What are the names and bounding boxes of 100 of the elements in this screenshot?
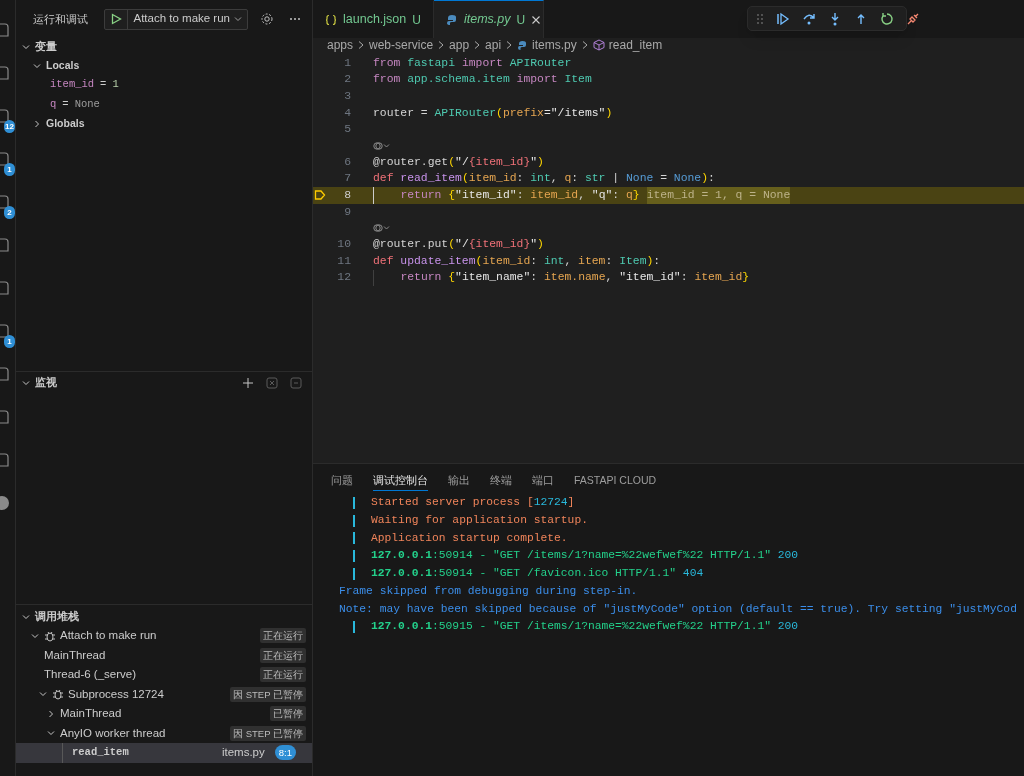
line-number: 9 — [343, 204, 351, 220]
chevron-down-icon[interactable] — [21, 42, 31, 52]
close-icon[interactable] — [531, 14, 542, 25]
bug-icon — [44, 629, 56, 642]
activity-bar-icon[interactable] — [0, 22, 10, 38]
codelens-icon[interactable] — [373, 140, 391, 151]
codelens-icon[interactable] — [373, 223, 391, 234]
call-stack-row[interactable]: AnyIO worker thread 因 STEP 已暂停 — [16, 723, 312, 743]
status-badge: 正在运行 — [260, 628, 306, 644]
console-line: Note: may have been skipped because of "justMyCode" option (default == true). Try setting "justMyCod — [339, 601, 1017, 617]
account-icon[interactable] — [0, 495, 10, 511]
call-stack-row[interactable]: Attach to make run 正在运行 — [16, 626, 312, 646]
collapse-all-icon[interactable] — [266, 377, 278, 389]
code-line: @router.get("/{item_id}") — [373, 154, 544, 170]
section-title[interactable]: 调用堆栈 — [35, 609, 79, 625]
python-icon — [517, 39, 529, 51]
scope-label[interactable]: Locals — [46, 57, 80, 74]
chevron-down-icon[interactable] — [21, 378, 31, 388]
line-number: 12 — [336, 270, 351, 286]
breadcrumb-item[interactable]: app — [449, 36, 470, 54]
chevron-down-icon[interactable] — [21, 612, 31, 622]
console-line: Frame skipped from debugging during step-in. — [339, 583, 638, 599]
activity-bar-icon[interactable] — [0, 280, 10, 296]
chevron-right-icon[interactable] — [46, 708, 56, 719]
breadcrumb-item[interactable]: apps — [327, 36, 354, 54]
count-badge: 2 — [4, 206, 15, 219]
call-stack-row[interactable]: Subprocess 12724 因 STEP 已暂停 — [16, 684, 312, 704]
activity-bar-icon[interactable] — [0, 409, 10, 425]
console-line: 127.0.0.1:50914 - "GET /favicon.ico HTTP/1.1" 404 — [339, 565, 704, 583]
panel-tab[interactable]: 问题 — [331, 473, 353, 491]
code-line: return {"item_name": item.name, "item_id": item_id} — [400, 270, 750, 286]
activity-bar-icon[interactable] — [0, 194, 10, 210]
console-line: Started server process [12724] — [339, 494, 575, 512]
panel-tab[interactable]: 端口 — [532, 473, 554, 491]
status-badge: 正在运行 — [260, 647, 306, 663]
launch-config-dropdown[interactable]: Attach to make run — [104, 8, 248, 30]
count-badge: 12 — [4, 120, 15, 133]
stack-frame-row[interactable]: read_item items.py 8:1 — [16, 743, 312, 763]
chevron-right-icon[interactable] — [32, 119, 42, 130]
status-badge: 已暂停 — [270, 706, 306, 722]
activity-bar-icon[interactable] — [0, 366, 10, 382]
count-badge: 1 — [4, 163, 15, 176]
status-badge: 正在运行 — [260, 667, 306, 683]
console-line: Application startup complete. — [339, 529, 568, 547]
line-number: 7 — [343, 171, 351, 187]
breadcrumb-item[interactable]: items.py — [532, 36, 577, 54]
line-number: 11 — [336, 253, 351, 269]
variable-row[interactable]: q = None — [16, 95, 312, 115]
count-badge: 1 — [4, 335, 15, 348]
code-line: def update_item(item_id: int, item: Item): — [373, 253, 661, 269]
line-number: 5 — [343, 122, 351, 138]
activity-bar-icon[interactable] — [0, 452, 10, 468]
disconnect-icon[interactable] — [906, 11, 920, 26]
inline-value: item_id = 1, q = None — [646, 186, 791, 204]
panel-tab[interactable]: 输出 — [448, 473, 470, 491]
breadcrumb-item[interactable]: web-service — [369, 36, 434, 54]
console-line: 127.0.0.1:50915 - "GET /items/1?name=%22wefwef%22 HTTP/1.1" 200 — [339, 618, 799, 636]
breadcrumb-item[interactable]: api — [485, 36, 502, 54]
activity-bar-icon[interactable] — [0, 237, 10, 253]
section-title[interactable]: 监视 — [35, 375, 57, 391]
play-icon[interactable] — [110, 13, 123, 25]
section-title[interactable]: 变量 — [35, 39, 57, 55]
caret-icon[interactable] — [234, 15, 242, 23]
variable-row[interactable]: item_id = 1 — [16, 75, 312, 95]
call-stack-row[interactable]: Thread-6 (_serve) 正在运行 — [16, 665, 312, 685]
breadcrumb-separator-icon — [473, 40, 482, 50]
drag-handle-icon[interactable] — [756, 11, 764, 26]
panel-tab[interactable]: 调试控制台 — [373, 473, 428, 491]
bug-icon — [52, 688, 64, 701]
breadcrumb-item[interactable]: read_item — [608, 36, 663, 54]
breadcrumb-separator-icon — [437, 40, 446, 50]
activity-bar-icon[interactable] — [0, 151, 10, 167]
remove-all-icon[interactable] — [290, 377, 302, 389]
activity-bar-icon[interactable] — [0, 323, 10, 339]
panel-tab[interactable]: 终端 — [490, 473, 512, 491]
code-line: from fastapi import APIRouter — [373, 55, 572, 71]
editor-tab[interactable]: items.py U — [434, 0, 544, 38]
breadcrumb-separator-icon — [357, 40, 366, 50]
settings-icon[interactable] — [260, 12, 274, 26]
activity-bar-icon[interactable] — [0, 65, 10, 81]
code-line: @router.put("/{item_id}") — [373, 237, 544, 253]
call-stack-row[interactable]: MainThread 正在运行 — [16, 645, 312, 665]
line-number: 1 — [343, 55, 351, 71]
panel-tab[interactable]: FASTAPI CLOUD — [574, 473, 657, 491]
status-badge: 因 STEP 已暂停 — [230, 725, 306, 741]
python-icon — [446, 13, 458, 26]
call-stack-row[interactable]: MainThread 已暂停 — [16, 704, 312, 724]
restart-icon[interactable] — [880, 11, 894, 26]
line-number: 4 — [343, 105, 351, 121]
add-icon[interactable] — [242, 377, 254, 389]
activity-bar-icon[interactable] — [0, 108, 10, 124]
breadcrumb-separator-icon — [505, 40, 514, 50]
step-over-icon[interactable] — [802, 11, 816, 26]
code-line: def read_item(item_id: int, q: str | None = None): — [373, 171, 715, 187]
status-badge: 因 STEP 已暂停 — [230, 686, 306, 702]
continue-icon[interactable] — [776, 11, 790, 26]
code-line: return {"item_id": item_id, "q": q} — [400, 187, 640, 203]
scope-label[interactable]: Globals — [46, 116, 85, 133]
braces-icon — [325, 13, 337, 26]
line-number: 6 — [343, 154, 351, 170]
